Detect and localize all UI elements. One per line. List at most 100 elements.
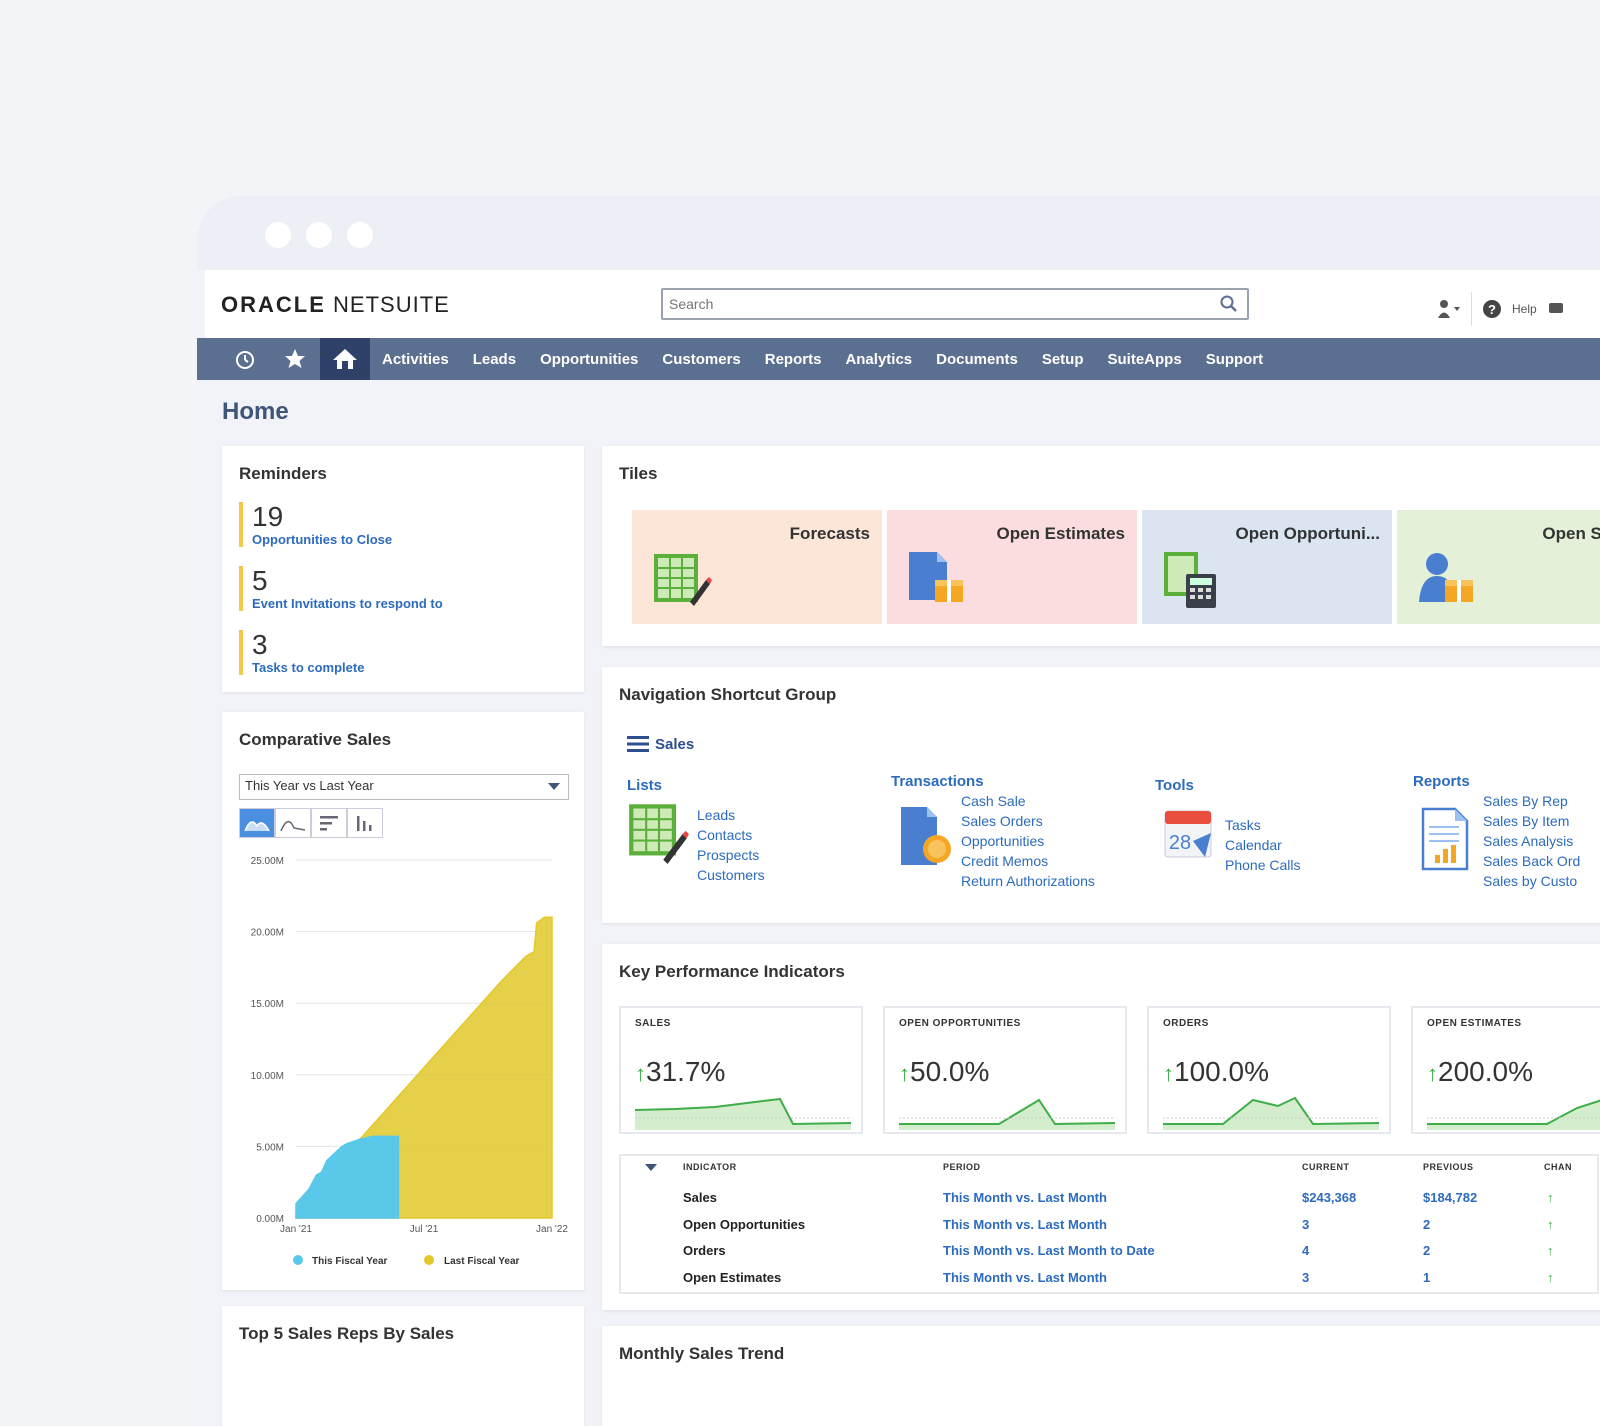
kpi-box-value: ↑100.0% (1163, 1056, 1269, 1088)
area-chart-type-button[interactable] (239, 808, 275, 838)
kpi-current-value[interactable]: 4 (1302, 1243, 1309, 1258)
nsg-link[interactable]: Contacts (697, 825, 837, 845)
nav-support[interactable]: Support (1194, 351, 1276, 368)
kpi-table-row[interactable]: Open Opportunities This Month vs. Last Mo… (621, 1217, 1597, 1243)
comparison-period-select[interactable]: This Year vs Last Year (239, 774, 569, 800)
role-switch-icon[interactable] (1435, 298, 1461, 320)
kpi-current-value[interactable]: 3 (1302, 1217, 1309, 1232)
reminder-label[interactable]: Event Invitations to respond to (252, 596, 443, 611)
nsg-link[interactable]: Sales Analysis (1483, 831, 1600, 851)
kpi-table-row[interactable]: Sales This Month vs. Last Month $243,368 $1… (621, 1190, 1597, 1216)
nav-customers[interactable]: Customers (650, 351, 752, 368)
nav-documents[interactable]: Documents (924, 351, 1030, 368)
kpi-box-open-opportunities[interactable]: OPEN OPPORTUNITIES ↑50.0% (883, 1006, 1127, 1134)
tile-forecasts[interactable]: Forecasts (632, 510, 882, 624)
kpi-period-link[interactable]: This Month vs. Last Month to Date (943, 1243, 1155, 1258)
chart-type-switcher (239, 808, 383, 838)
x-tick-label: Jan '21 (280, 1224, 312, 1235)
nav-leads[interactable]: Leads (461, 351, 528, 368)
reminder-label[interactable]: Opportunities to Close (252, 532, 392, 547)
nsg-link[interactable]: Prospects (697, 845, 837, 865)
feedback-icon[interactable] (1547, 300, 1565, 318)
nsg-tools-heading: Tools (1155, 777, 1194, 794)
tile-open-estimates[interactable]: Open Estimates (887, 510, 1137, 624)
window-dot-close[interactable] (265, 222, 291, 248)
series-area-0 (295, 1135, 400, 1219)
y-tick-label: 25.00M (251, 856, 284, 867)
y-tick-label: 5.00M (256, 1142, 284, 1153)
oracle-netsuite-logo[interactable]: ORACLE NETSUITE (221, 292, 450, 318)
reminder-item[interactable]: 19 Opportunities to Close (239, 502, 392, 547)
kpi-previous-value[interactable]: 2 (1423, 1243, 1430, 1258)
nsg-link[interactable]: Sales by Custo (1483, 871, 1600, 891)
kpi-period-link[interactable]: This Month vs. Last Month (943, 1270, 1107, 1285)
opportunity-calculator-icon (1164, 552, 1216, 608)
kpi-box-heading: SALES (635, 1018, 671, 1029)
recent-icon[interactable] (220, 338, 270, 380)
nsg-link[interactable]: Phone Calls (1225, 855, 1375, 875)
col-period: PERIOD (943, 1162, 981, 1172)
kpi-previous-value[interactable]: 2 (1423, 1217, 1430, 1232)
kpi-value-text: 50.0% (910, 1056, 990, 1087)
favorites-star-icon[interactable] (270, 338, 320, 380)
nsg-link[interactable]: Leads (697, 805, 837, 825)
nsg-link[interactable]: Tasks (1225, 815, 1375, 835)
kpi-period-link[interactable]: This Month vs. Last Month (943, 1217, 1107, 1232)
nsg-link[interactable]: Credit Memos (961, 851, 1131, 871)
nsg-link[interactable]: Opportunities (961, 831, 1131, 851)
sales-person-icon (1419, 553, 1473, 602)
nav-reports[interactable]: Reports (753, 351, 834, 368)
kpi-previous-value[interactable]: $184,782 (1423, 1190, 1477, 1205)
kpi-box-open-estimates[interactable]: OPEN ESTIMATES ↑200.0% (1411, 1006, 1600, 1134)
help-label[interactable]: Help (1512, 302, 1537, 316)
search-icon[interactable] (1219, 294, 1239, 314)
kpi-current-value[interactable]: $243,368 (1302, 1190, 1356, 1205)
tile-open-sales[interactable]: Open Sales (1397, 510, 1600, 624)
nav-activities[interactable]: Activities (370, 351, 461, 368)
window-controls (265, 222, 373, 248)
kpi-box-orders[interactable]: ORDERS ↑100.0% (1147, 1006, 1391, 1134)
nsg-reports-links: Sales By Rep Sales By Item Sales Analysis S… (1483, 791, 1600, 891)
arrow-up-icon: ↑ (1163, 1061, 1174, 1086)
kpi-table-row[interactable]: Open Estimates This Month vs. Last Month 3… (621, 1270, 1597, 1296)
nsg-link[interactable]: Cash Sale (961, 791, 1131, 811)
nsg-group-header[interactable]: Sales (627, 735, 694, 753)
help-icon[interactable]: ? (1482, 299, 1502, 319)
window-dot-minimize[interactable] (306, 222, 332, 248)
nsg-link[interactable]: Sales Orders (961, 811, 1131, 831)
bar-chart-type-button[interactable] (311, 808, 347, 838)
kpi-period-link[interactable]: This Month vs. Last Month (943, 1190, 1107, 1205)
collapse-caret-icon[interactable] (645, 1164, 657, 1174)
search-input[interactable] (663, 290, 1215, 318)
nsg-link[interactable]: Return Authorizations (961, 871, 1131, 891)
kpi-box-sales[interactable]: SALES ↑31.7% (619, 1006, 863, 1134)
kpi-sparkline (1427, 1099, 1600, 1130)
window-dot-maximize[interactable] (347, 222, 373, 248)
nsg-transactions-links: Cash Sale Sales Orders Opportunities Credit… (961, 791, 1131, 891)
reminder-item[interactable]: 3 Tasks to complete (239, 630, 364, 675)
nav-opportunities[interactable]: Opportunities (528, 351, 650, 368)
kpi-box-heading: OPEN OPPORTUNITIES (899, 1018, 1021, 1029)
tile-open-opportunities[interactable]: Open Opportuni... (1142, 510, 1392, 624)
nsg-link[interactable]: Customers (697, 865, 837, 885)
nav-analytics[interactable]: Analytics (833, 351, 924, 368)
top5-title: Top 5 Sales Reps By Sales (239, 1324, 455, 1343)
comparative-sales-title: Comparative Sales (239, 730, 392, 749)
change-up-arrow-icon: ↑ (1547, 1243, 1554, 1258)
kpi-table-row[interactable]: Orders This Month vs. Last Month to Date 4… (621, 1243, 1597, 1269)
nsg-link[interactable]: Sales By Item (1483, 811, 1600, 831)
column-chart-type-button[interactable] (347, 808, 383, 838)
kpi-previous-value[interactable]: 1 (1423, 1270, 1430, 1285)
reminder-item[interactable]: 5 Event Invitations to respond to (239, 566, 443, 611)
nav-suiteapps[interactable]: SuiteApps (1096, 351, 1194, 368)
nsg-transactions-heading: Transactions (891, 773, 984, 790)
reminder-label[interactable]: Tasks to complete (252, 660, 364, 675)
kpi-box-value: ↑50.0% (899, 1056, 989, 1088)
nav-setup[interactable]: Setup (1030, 351, 1096, 368)
kpi-current-value[interactable]: 3 (1302, 1270, 1309, 1285)
line-chart-type-button[interactable] (275, 808, 311, 838)
nsg-link[interactable]: Calendar (1225, 835, 1375, 855)
nsg-link[interactable]: Sales Back Ord (1483, 851, 1600, 871)
home-icon[interactable] (320, 338, 370, 380)
nsg-link[interactable]: Sales By Rep (1483, 791, 1600, 811)
